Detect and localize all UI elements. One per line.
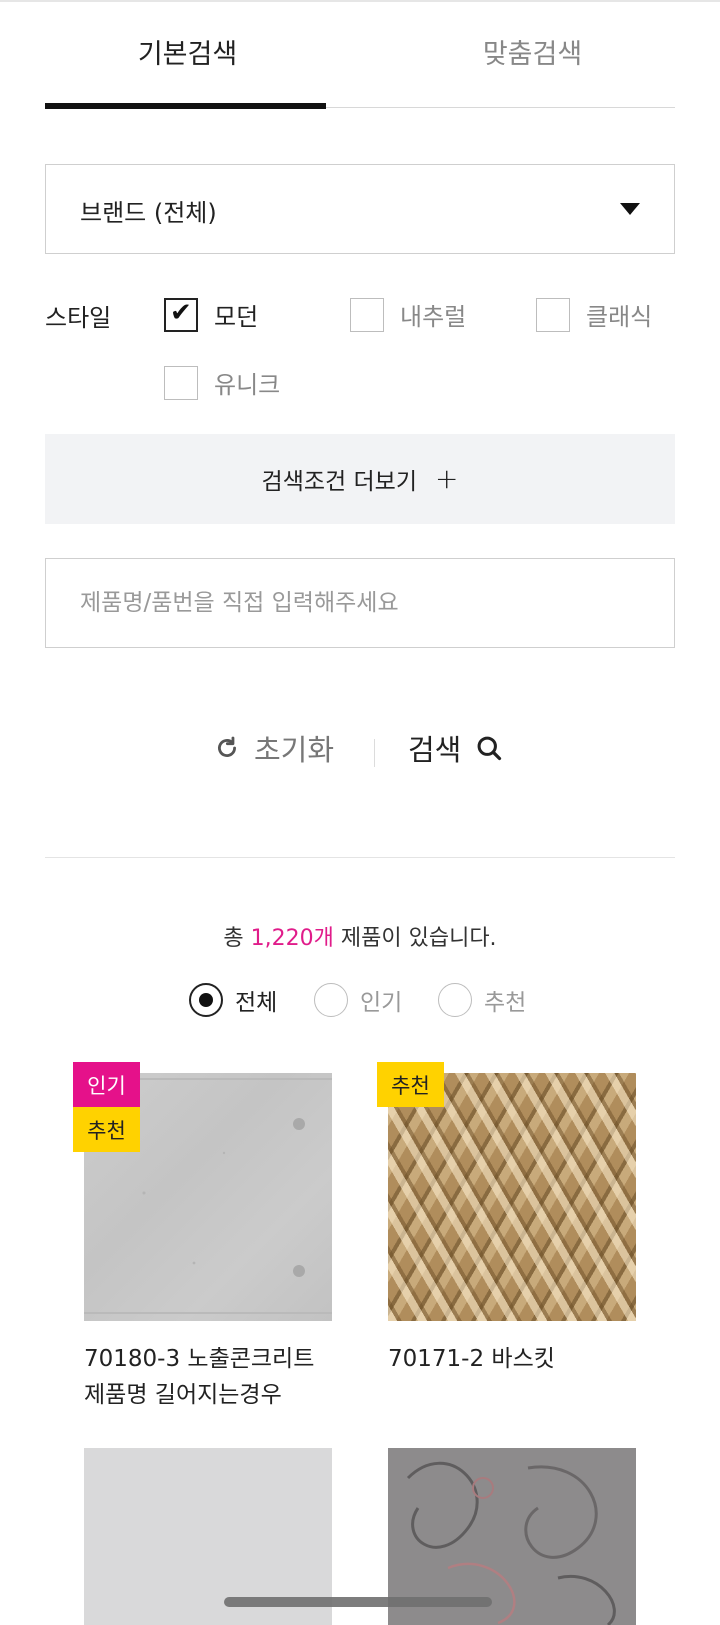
recommended-badge: 추천 (73, 1107, 140, 1152)
search-button[interactable]: 검색 (408, 727, 503, 769)
checkbox-icon[interactable] (536, 297, 570, 332)
basket-weave-image (388, 1073, 636, 1321)
popular-badge: 인기 (73, 1062, 140, 1107)
product-name: 70171-2 바스킷 (388, 1341, 648, 1377)
style-option-label: 유니크 (214, 371, 281, 399)
search-actions: 초기화 검색 (0, 727, 720, 777)
section-divider (45, 857, 675, 858)
result-count-number: 1,220개 (250, 926, 334, 951)
radio-selected-icon[interactable] (189, 983, 223, 1017)
product-name-line: 70180-3 노출콘크리트 (84, 1346, 315, 1372)
search-icon (477, 736, 502, 761)
active-tab-indicator (45, 103, 326, 109)
checkbox-icon[interactable] (350, 297, 384, 332)
product-thumbnail[interactable] (388, 1073, 636, 1321)
more-conditions-button[interactable]: 검색조건 더보기 + (45, 434, 675, 524)
caret-down-icon (620, 203, 640, 215)
style-checkbox-unique[interactable]: 유니크 (164, 365, 280, 400)
filter-radio-recommended[interactable]: 추천 (438, 983, 526, 1017)
style-option-label: 모던 (214, 303, 259, 331)
brand-select[interactable]: 브랜드 (전체) (45, 164, 675, 254)
checkbox-icon[interactable] (164, 365, 198, 400)
search-label: 검색 (408, 733, 462, 767)
reset-button[interactable]: 초기화 (214, 727, 334, 769)
filter-label: 추천 (484, 990, 527, 1016)
tab-custom-search[interactable]: 맞춤검색 (390, 32, 675, 71)
radio-icon[interactable] (314, 983, 348, 1017)
style-checkbox-modern[interactable]: 모던 (164, 297, 258, 332)
style-label: 스타일 (45, 304, 112, 332)
home-indicator (224, 1597, 492, 1607)
plus-icon: + (434, 462, 459, 495)
result-count-prefix: 총 (223, 926, 251, 951)
style-option-label: 내추럴 (400, 303, 467, 331)
action-divider (374, 739, 375, 767)
tab-basic-search[interactable]: 기본검색 (45, 32, 330, 71)
style-checkbox-classic[interactable]: 클래식 (536, 297, 652, 332)
radio-icon[interactable] (438, 983, 472, 1017)
filter-radio-all[interactable]: 전체 (189, 983, 277, 1017)
product-name: 70180-3 노출콘크리트 제품명 길어지는경우 (84, 1341, 344, 1413)
filter-radio-popular[interactable]: 인기 (314, 983, 402, 1017)
recommended-badge: 추천 (377, 1062, 444, 1107)
style-option-label: 클래식 (586, 303, 653, 331)
filter-label: 인기 (360, 990, 403, 1016)
refresh-icon (218, 736, 236, 757)
product-search-input[interactable] (45, 558, 675, 648)
filter-label: 전체 (235, 990, 278, 1016)
more-conditions-label: 검색조건 더보기 (261, 469, 417, 495)
brand-select-label: 브랜드 (전체) (80, 199, 217, 227)
product-name-line: 70171-2 바스킷 (388, 1346, 555, 1372)
checkbox-checked-icon[interactable] (164, 297, 198, 332)
result-count: 총 1,220개 제품이 있습니다. (0, 920, 720, 952)
style-checkbox-natural[interactable]: 내추럴 (350, 297, 466, 332)
result-count-suffix: 제품이 있습니다. (333, 926, 497, 951)
reset-label: 초기화 (254, 733, 335, 767)
product-name-line: 제품명 길어지는경우 (84, 1382, 282, 1408)
search-tabs: 기본검색 맞춤검색 (45, 0, 675, 109)
